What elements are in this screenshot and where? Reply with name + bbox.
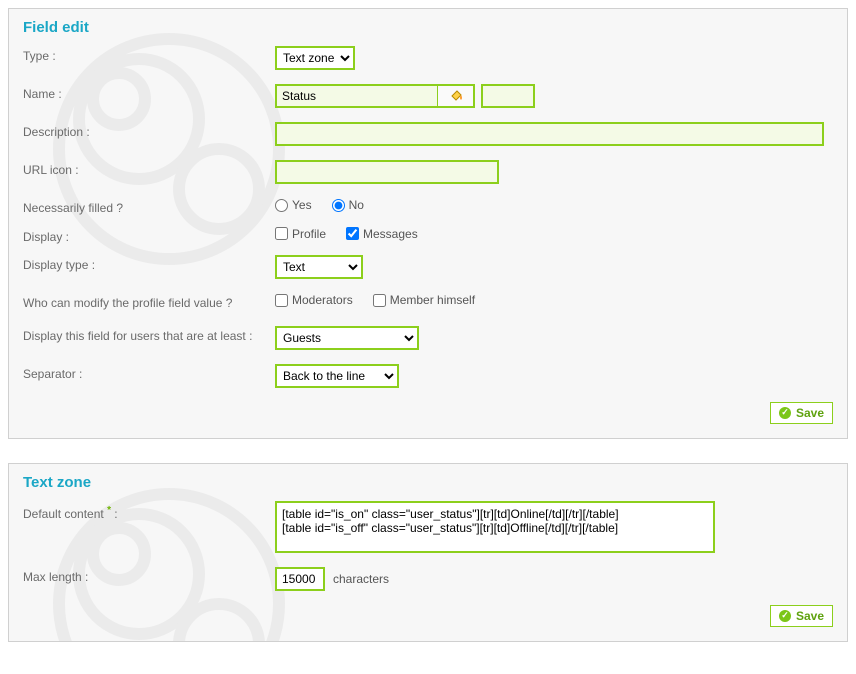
default-content-textarea[interactable] [277,503,713,539]
necessarily-label: Necessarily filled ? [23,198,275,217]
who-member-checkbox[interactable] [373,294,386,307]
who-moderators[interactable]: Moderators [275,293,353,307]
type-select-wrap: Text zone [275,46,355,70]
necessarily-yes[interactable]: Yes [275,198,312,212]
name-extra-input[interactable] [483,86,533,106]
paint-bucket-icon [448,88,464,104]
panel-title: Field edit [23,19,833,36]
max-length-label: Max length : [23,567,275,586]
name-label: Name : [23,84,275,103]
separator-select[interactable]: Back to the line [277,366,397,386]
display-messages[interactable]: Messages [346,227,418,241]
who-member[interactable]: Member himself [373,293,475,307]
necessarily-yes-radio[interactable] [275,199,288,212]
type-select[interactable]: Text zone [277,48,353,68]
least-select[interactable]: Guests [277,328,417,348]
necessarily-no-radio[interactable] [332,199,345,212]
max-length-unit: characters [333,572,389,586]
display-profile-checkbox[interactable] [275,227,288,240]
display-messages-checkbox[interactable] [346,227,359,240]
url-icon-label: URL icon : [23,160,275,179]
least-label: Display this field for users that are at… [23,326,275,345]
description-input[interactable] [277,124,822,144]
url-icon-input[interactable] [277,162,497,182]
display-type-select[interactable]: Text [277,257,361,277]
necessarily-no[interactable]: No [332,198,364,212]
panel-title: Text zone [23,474,833,491]
who-moderators-checkbox[interactable] [275,294,288,307]
check-icon: ✓ [779,610,791,622]
save-button[interactable]: ✓Save [770,402,833,424]
save-button[interactable]: ✓Save [770,605,833,627]
separator-label: Separator : [23,364,275,383]
display-profile[interactable]: Profile [275,227,326,241]
display-label: Display : [23,227,275,246]
default-content-label: Default content * : [23,501,275,523]
color-picker-button[interactable] [437,86,473,106]
display-type-label: Display type : [23,255,275,274]
text-zone-panel: Text zone Default content * : Max length… [8,463,848,642]
name-input[interactable] [277,86,437,106]
max-length-input[interactable] [277,569,323,589]
description-label: Description : [23,122,275,141]
check-icon: ✓ [779,407,791,419]
who-modify-label: Who can modify the profile field value ? [23,293,275,312]
type-label: Type : [23,46,275,65]
field-edit-panel: Field edit Type : Text zone Name : [8,8,848,439]
